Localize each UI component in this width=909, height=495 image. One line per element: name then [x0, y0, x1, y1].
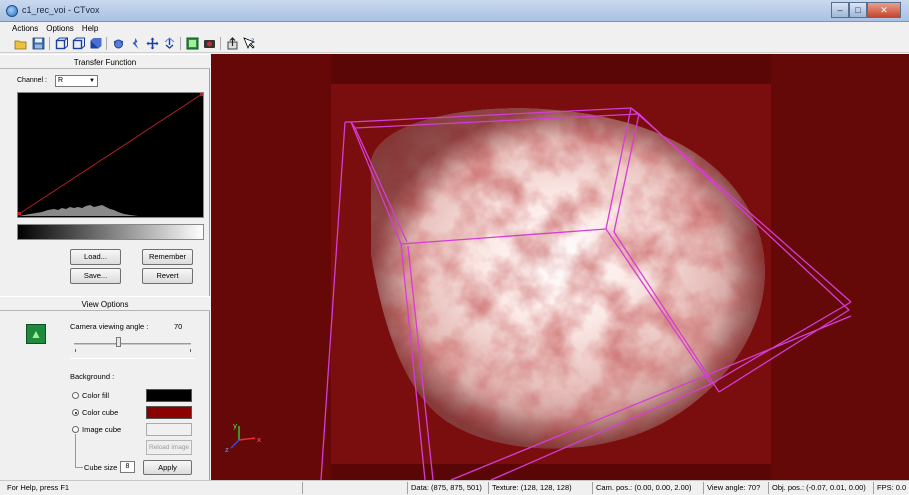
window-controls: – □ ✕	[831, 2, 901, 18]
toolbar-separator	[220, 37, 221, 50]
minimize-button[interactable]: –	[831, 2, 849, 18]
status-fps: FPS: 0.0	[873, 482, 906, 494]
axis-label-x: x	[257, 436, 261, 444]
menu-options[interactable]: Options	[46, 22, 74, 35]
slider-tick	[190, 349, 191, 352]
tf-control-point-low[interactable]	[18, 212, 21, 215]
color-cube-swatch[interactable]	[146, 406, 192, 419]
close-button[interactable]: ✕	[867, 2, 901, 18]
volume-render-viewport[interactable]: y x z	[211, 54, 909, 480]
toolbar-separator	[180, 37, 181, 50]
revert-button[interactable]: Revert	[142, 268, 193, 284]
image-cube-label: Image cube	[82, 425, 122, 434]
axis-label-y: y	[233, 422, 237, 430]
menu-help[interactable]: Help	[82, 22, 98, 35]
view-options-header: View Options	[0, 296, 210, 311]
status-obj-pos: Obj. pos.: (-0.07, 0.01, 0.00)	[768, 482, 866, 494]
background-label: Background :	[70, 372, 115, 381]
camera-view-icon: ▲	[26, 324, 46, 344]
status-help: For Help, press F1	[7, 483, 70, 492]
chevron-down-icon: ▼	[89, 78, 95, 84]
camera-angle-label: Camera viewing angle :	[70, 322, 149, 331]
slider-tick	[75, 349, 76, 352]
channel-select[interactable]: R ▼	[55, 75, 98, 87]
reload-image-button[interactable]: Reload image	[146, 440, 192, 455]
toolbar-separator	[106, 37, 107, 50]
tf-control-point-high[interactable]	[200, 93, 203, 96]
image-cube-bracket	[75, 434, 83, 468]
color-fill-radio[interactable]	[72, 392, 79, 399]
channel-value: R	[58, 77, 64, 84]
status-view-angle: View angle: 70?	[703, 482, 760, 494]
move-icon[interactable]	[145, 37, 159, 51]
toolbar-separator	[49, 37, 50, 50]
status-empty	[302, 482, 406, 494]
status-cam-pos: Cam. pos.: (0.00, 0.00, 2.00)	[592, 482, 691, 494]
transfer-function-graph[interactable]	[17, 92, 204, 218]
save-icon[interactable]	[31, 37, 45, 51]
camera-angle-slider-thumb[interactable]	[116, 337, 122, 347]
record-icon[interactable]	[202, 37, 216, 51]
cube-size-label: Cube size	[84, 463, 118, 472]
apply-button[interactable]: Apply	[143, 460, 192, 475]
color-cube-label: Color cube	[82, 408, 119, 417]
title-bar: c1_rec_voi - CTvox – □ ✕	[0, 0, 909, 22]
status-texture: Texture: (128, 128, 128)	[488, 482, 572, 494]
color-fill-swatch[interactable]	[146, 389, 192, 402]
cube-outline-icon[interactable]	[54, 37, 68, 51]
load-button[interactable]: Load...	[70, 249, 121, 265]
color-fill-label: Color fill	[82, 391, 110, 400]
menu-bar: Actions Options Help	[0, 22, 909, 35]
status-data: Data: (875, 875, 501)	[407, 482, 482, 494]
channel-label: Channel :	[17, 77, 47, 84]
camera-angle-value: 70	[174, 322, 183, 331]
window-title: c1_rec_voi - CTvox	[22, 5, 100, 15]
status-bar: For Help, press F1 Data: (875, 875, 501)…	[0, 480, 909, 495]
divider	[70, 358, 195, 359]
remember-button[interactable]: Remember	[142, 249, 193, 265]
save-tf-button[interactable]: Save...	[70, 268, 121, 284]
app-icon	[6, 5, 18, 17]
maximize-button[interactable]: □	[849, 2, 867, 18]
menu-actions[interactable]: Actions	[12, 22, 38, 35]
grayscale-gradient-bar	[17, 224, 204, 240]
help-icon[interactable]: ?	[242, 37, 256, 51]
transfer-function-header: Transfer Function	[0, 54, 210, 69]
cube-solid-icon[interactable]	[88, 37, 102, 51]
image-cube-radio[interactable]	[72, 426, 79, 433]
svg-text:?: ?	[251, 38, 254, 45]
zoom-icon[interactable]	[162, 37, 176, 51]
camera-icon[interactable]	[185, 37, 199, 51]
lighting-icon[interactable]	[128, 37, 142, 51]
export-icon[interactable]	[225, 37, 239, 51]
camera-angle-slider-track[interactable]	[74, 343, 191, 345]
toolbar: ?	[0, 35, 909, 53]
color-cube-radio[interactable]	[72, 409, 79, 416]
rotate-icon[interactable]	[111, 37, 125, 51]
open-icon[interactable]	[14, 37, 28, 51]
cube-front-icon[interactable]	[71, 37, 85, 51]
image-cube-swatch[interactable]	[146, 423, 192, 436]
axis-label-z: z	[225, 446, 229, 454]
cube-size-input[interactable]: 8	[120, 461, 135, 473]
left-panel: Transfer Function Channel : R ▼ Load... …	[0, 54, 210, 480]
